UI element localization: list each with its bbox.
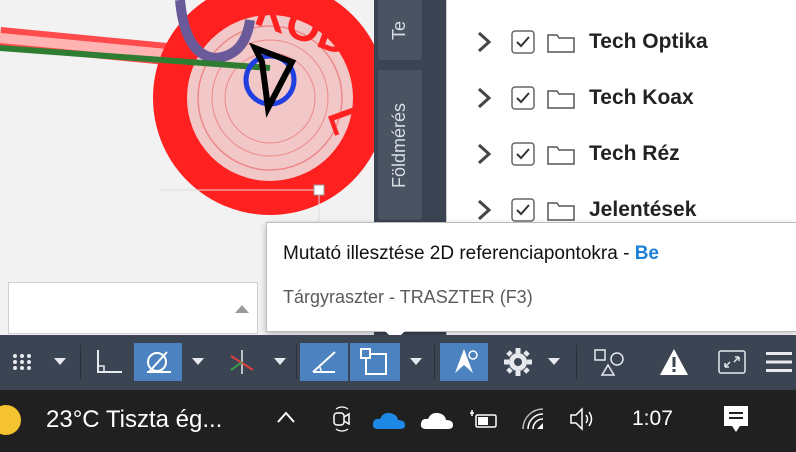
fullscreen-button[interactable] — [712, 343, 752, 381]
grid-button[interactable] — [4, 343, 40, 381]
isometric-dropdown[interactable] — [268, 343, 292, 381]
separator — [80, 345, 81, 379]
status-bar — [0, 335, 796, 390]
windows-taskbar: 23°C Tiszta ég... 1:07 — [0, 390, 796, 452]
folder-icon — [547, 90, 575, 109]
volume-icon[interactable] — [568, 406, 596, 432]
polar-dropdown[interactable] — [186, 343, 210, 381]
separator — [296, 345, 297, 379]
tree-item-tech-optika[interactable]: Tech Optika — [473, 22, 708, 62]
command-line-box[interactable] — [8, 282, 258, 334]
cloud-icon[interactable] — [420, 409, 454, 431]
annotation-scale-icon — [455, 349, 478, 373]
ortho-button[interactable] — [86, 343, 132, 381]
battery-charging-icon[interactable] — [470, 408, 500, 432]
tooltip-separator: - — [617, 243, 635, 264]
folder-icon — [547, 146, 575, 165]
folder-icon — [547, 202, 575, 221]
chevron-down-icon — [410, 358, 422, 365]
tree-item-label: Tech Optika — [589, 30, 708, 53]
chevron-right-icon[interactable] — [473, 87, 495, 109]
onedrive-cloud-icon[interactable] — [372, 409, 406, 431]
ortho-icon — [97, 350, 122, 373]
chevron-down-icon — [548, 358, 560, 365]
polar-tracking-button[interactable] — [134, 343, 182, 381]
tree-item-label: Jelentések — [589, 198, 697, 221]
checkbox-icon[interactable] — [511, 86, 535, 110]
tooltip-title-line: Mutató illesztése 2D referenciapontokra … — [283, 243, 659, 265]
separator — [434, 345, 435, 379]
checkbox-icon[interactable] — [511, 198, 535, 222]
taskbar-clock[interactable]: 1:07 — [632, 407, 673, 431]
checkbox-icon[interactable] — [511, 142, 535, 166]
isometric-icon — [230, 350, 254, 374]
chevron-down-icon — [192, 358, 204, 365]
weather-widget[interactable]: 23°C Tiszta ég... — [46, 406, 222, 434]
object-snap-dropdown[interactable] — [404, 343, 428, 381]
settings-dropdown[interactable] — [542, 343, 566, 381]
chevron-right-icon[interactable] — [473, 199, 495, 221]
warning-button[interactable] — [648, 343, 700, 381]
separator — [576, 345, 577, 379]
object-snap-tracking-icon — [312, 351, 336, 373]
expand-history-icon[interactable] — [235, 305, 249, 313]
wifi-icon[interactable] — [520, 406, 546, 432]
selection-cycling-icon — [594, 349, 624, 376]
meet-now-icon[interactable] — [330, 405, 354, 433]
chevron-down-icon — [54, 358, 66, 365]
isometric-button[interactable] — [220, 343, 264, 381]
grid-icon — [13, 354, 31, 370]
tree-item-tech-koax[interactable]: Tech Koax — [473, 78, 694, 118]
polar-icon — [147, 351, 171, 373]
menu-icon — [766, 352, 792, 372]
chevron-right-icon[interactable] — [473, 31, 495, 53]
settings-icon — [504, 348, 532, 376]
tree-item-label: Tech Réz — [589, 142, 680, 165]
fullscreen-icon — [718, 350, 746, 374]
object-snap-icon — [360, 348, 387, 375]
tab-foldmeres-label: Földmérés — [389, 102, 410, 188]
weather-text: Tiszta ég... — [105, 406, 223, 433]
warning-icon — [660, 349, 688, 375]
tooltip-title: Mutató illesztése 2D referenciapontokra — [283, 243, 618, 264]
object-snap-tooltip: Mutató illesztése 2D referenciapontokra … — [266, 222, 796, 341]
tab-top-label: Te — [389, 20, 410, 40]
temperature: 23°C — [46, 406, 100, 433]
notification-center-icon[interactable] — [722, 404, 750, 434]
object-snap-tracking-button[interactable] — [300, 343, 348, 381]
chevron-right-icon[interactable] — [473, 143, 495, 165]
folder-icon — [547, 34, 575, 53]
customization-menu-button[interactable] — [762, 343, 796, 381]
tooltip-state: Be — [634, 243, 659, 264]
tree-item-tech-rez[interactable]: Tech Réz — [473, 134, 680, 174]
tab-foldmeres[interactable]: Földmérés — [378, 70, 422, 220]
tab-top[interactable]: Te — [378, 0, 422, 60]
show-hidden-icons-icon[interactable] — [276, 410, 296, 424]
selection-cycling-button[interactable] — [584, 343, 634, 381]
tooltip-detail: Tárgyraszter - TRASZTER (F3) — [283, 287, 533, 307]
annotation-scale-button[interactable] — [440, 343, 488, 381]
settings-button[interactable] — [496, 343, 540, 381]
chevron-down-icon — [274, 358, 286, 365]
tree-item-label: Tech Koax — [589, 86, 694, 109]
object-snap-button[interactable] — [350, 343, 400, 381]
grid-dropdown[interactable] — [48, 343, 72, 381]
checkbox-icon[interactable] — [511, 30, 535, 54]
weather-sun-icon[interactable] — [0, 404, 24, 436]
